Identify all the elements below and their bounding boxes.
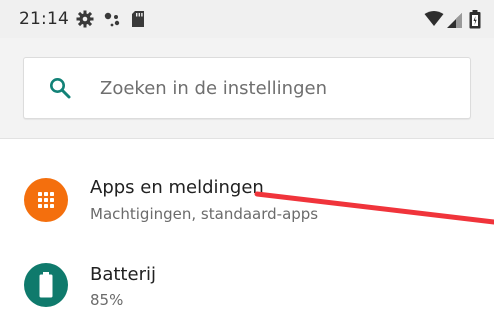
search-icon[interactable] (48, 76, 72, 104)
battery-icon (469, 10, 481, 33)
battery-icon (24, 263, 68, 307)
wifi-icon (424, 11, 444, 31)
cell-signal-icon (447, 13, 463, 32)
status-bar: 21:14 (0, 0, 494, 38)
settings-item-title: Apps en meldingen (90, 177, 264, 198)
search-bar[interactable] (23, 57, 471, 119)
assistant-dots-icon (104, 12, 122, 32)
settings-item-apps[interactable]: Apps en meldingen Machtigingen, standaar… (0, 158, 494, 240)
status-time: 21:14 (19, 9, 69, 29)
apps-grid-icon (24, 178, 68, 222)
settings-item-subtitle: 85% (90, 291, 124, 309)
sd-card-icon (131, 10, 145, 32)
settings-item-title: Batterij (90, 264, 156, 285)
search-input[interactable] (100, 74, 440, 102)
settings-item-battery[interactable]: Batterij 85% (0, 245, 494, 327)
gear-icon (76, 10, 94, 32)
search-section (0, 38, 494, 139)
settings-item-subtitle: Machtigingen, standaard-apps (90, 205, 319, 223)
